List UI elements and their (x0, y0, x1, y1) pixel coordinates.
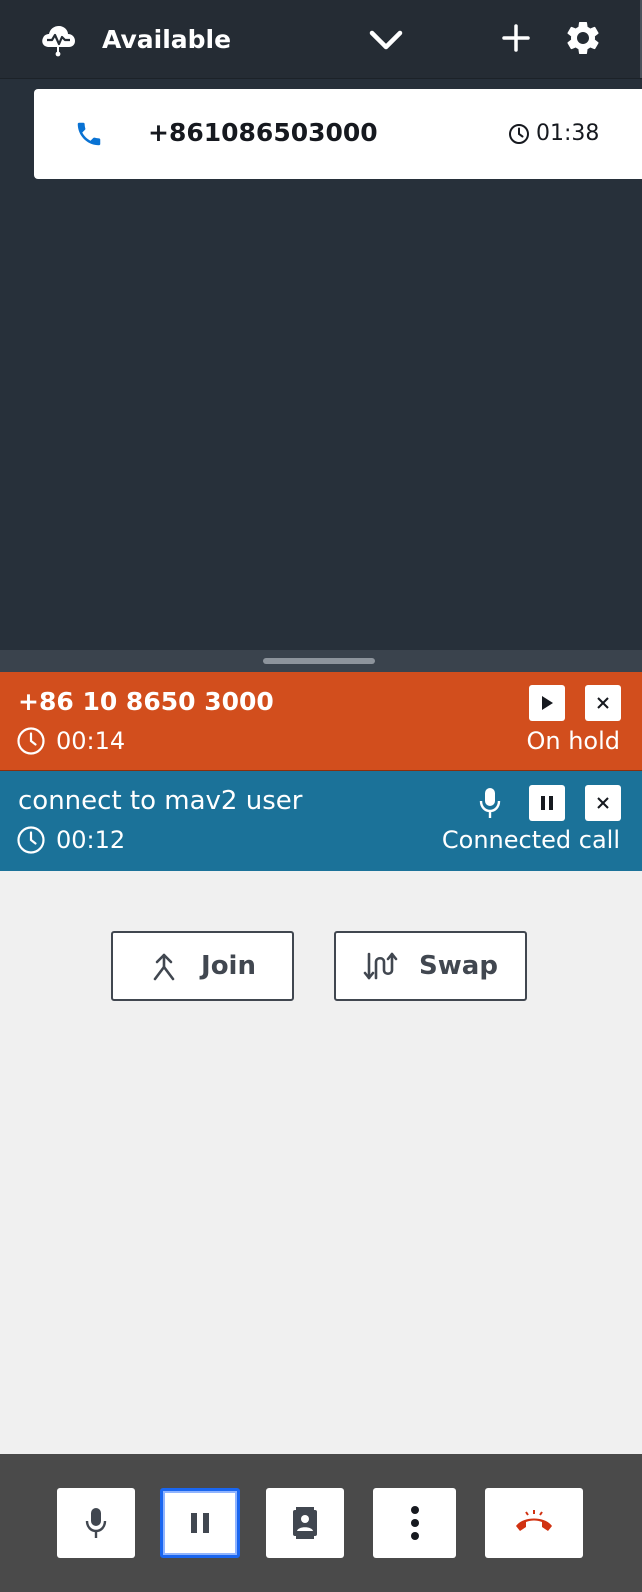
call-controls-footer (0, 1454, 642, 1592)
agent-status-label[interactable]: Available (102, 22, 231, 58)
more-options-button[interactable] (373, 1488, 456, 1558)
call-row-on-hold[interactable]: +86 10 8650 3000 00:14 On hold (0, 672, 642, 771)
more-vertical-icon (410, 1506, 419, 1540)
call-state-label: Connected call (441, 826, 620, 854)
contact-timer: 01:38 (508, 118, 599, 150)
call-name: +86 10 8650 3000 (18, 687, 274, 716)
contact-phone-number: +861086503000 (148, 118, 378, 147)
cloud-waveform-icon (38, 20, 78, 60)
hang-up-icon (516, 1510, 552, 1531)
close-call-button[interactable] (585, 785, 621, 821)
join-button[interactable]: Join (111, 931, 294, 1001)
end-call-button[interactable] (485, 1488, 583, 1558)
call-name: connect to mav2 user (18, 786, 303, 816)
clock-icon (17, 826, 45, 854)
call-timer: 00:12 (16, 823, 125, 857)
call-state-label: On hold (526, 727, 620, 755)
call-timer: 00:14 (16, 724, 125, 758)
merge-icon (153, 953, 175, 981)
call-timer-value: 00:12 (56, 826, 126, 854)
panel-resize-divider[interactable] (0, 650, 642, 672)
mute-button[interactable] (57, 1488, 135, 1558)
status-header: Available (0, 0, 642, 79)
microphone-icon (85, 1508, 107, 1538)
call-row-connected[interactable]: connect to mav2 user 00:12 Connected cal… (0, 771, 642, 871)
contact-card[interactable]: +861086503000 01:38 (34, 89, 642, 179)
swap-button[interactable]: Swap (334, 931, 527, 1001)
pause-icon (191, 1513, 209, 1533)
clock-icon (509, 124, 529, 144)
join-button-label: Join (201, 951, 256, 981)
phone-icon (74, 119, 104, 149)
microphone-icon[interactable] (472, 785, 508, 821)
resume-call-button[interactable] (529, 685, 565, 721)
swap-button-label: Swap (419, 951, 498, 981)
close-icon (597, 697, 609, 709)
pause-icon (541, 796, 553, 810)
contact-timer-value: 01:38 (536, 121, 600, 146)
contact-list-panel: Available +861086503000 01:38 (0, 0, 642, 650)
clock-icon (17, 727, 45, 755)
swap-icon (363, 952, 398, 980)
close-call-button[interactable] (585, 685, 621, 721)
hold-call-button[interactable] (529, 785, 565, 821)
contacts-button[interactable] (266, 1488, 344, 1558)
contacts-icon (293, 1507, 317, 1539)
close-icon (597, 797, 609, 809)
call-timer-value: 00:14 (56, 727, 126, 755)
hold-button[interactable] (160, 1488, 240, 1558)
gear-icon[interactable] (563, 18, 603, 58)
play-icon (542, 696, 553, 710)
drag-handle[interactable] (263, 658, 375, 664)
chevron-down-icon[interactable] (365, 22, 407, 58)
plus-icon[interactable] (498, 20, 534, 56)
